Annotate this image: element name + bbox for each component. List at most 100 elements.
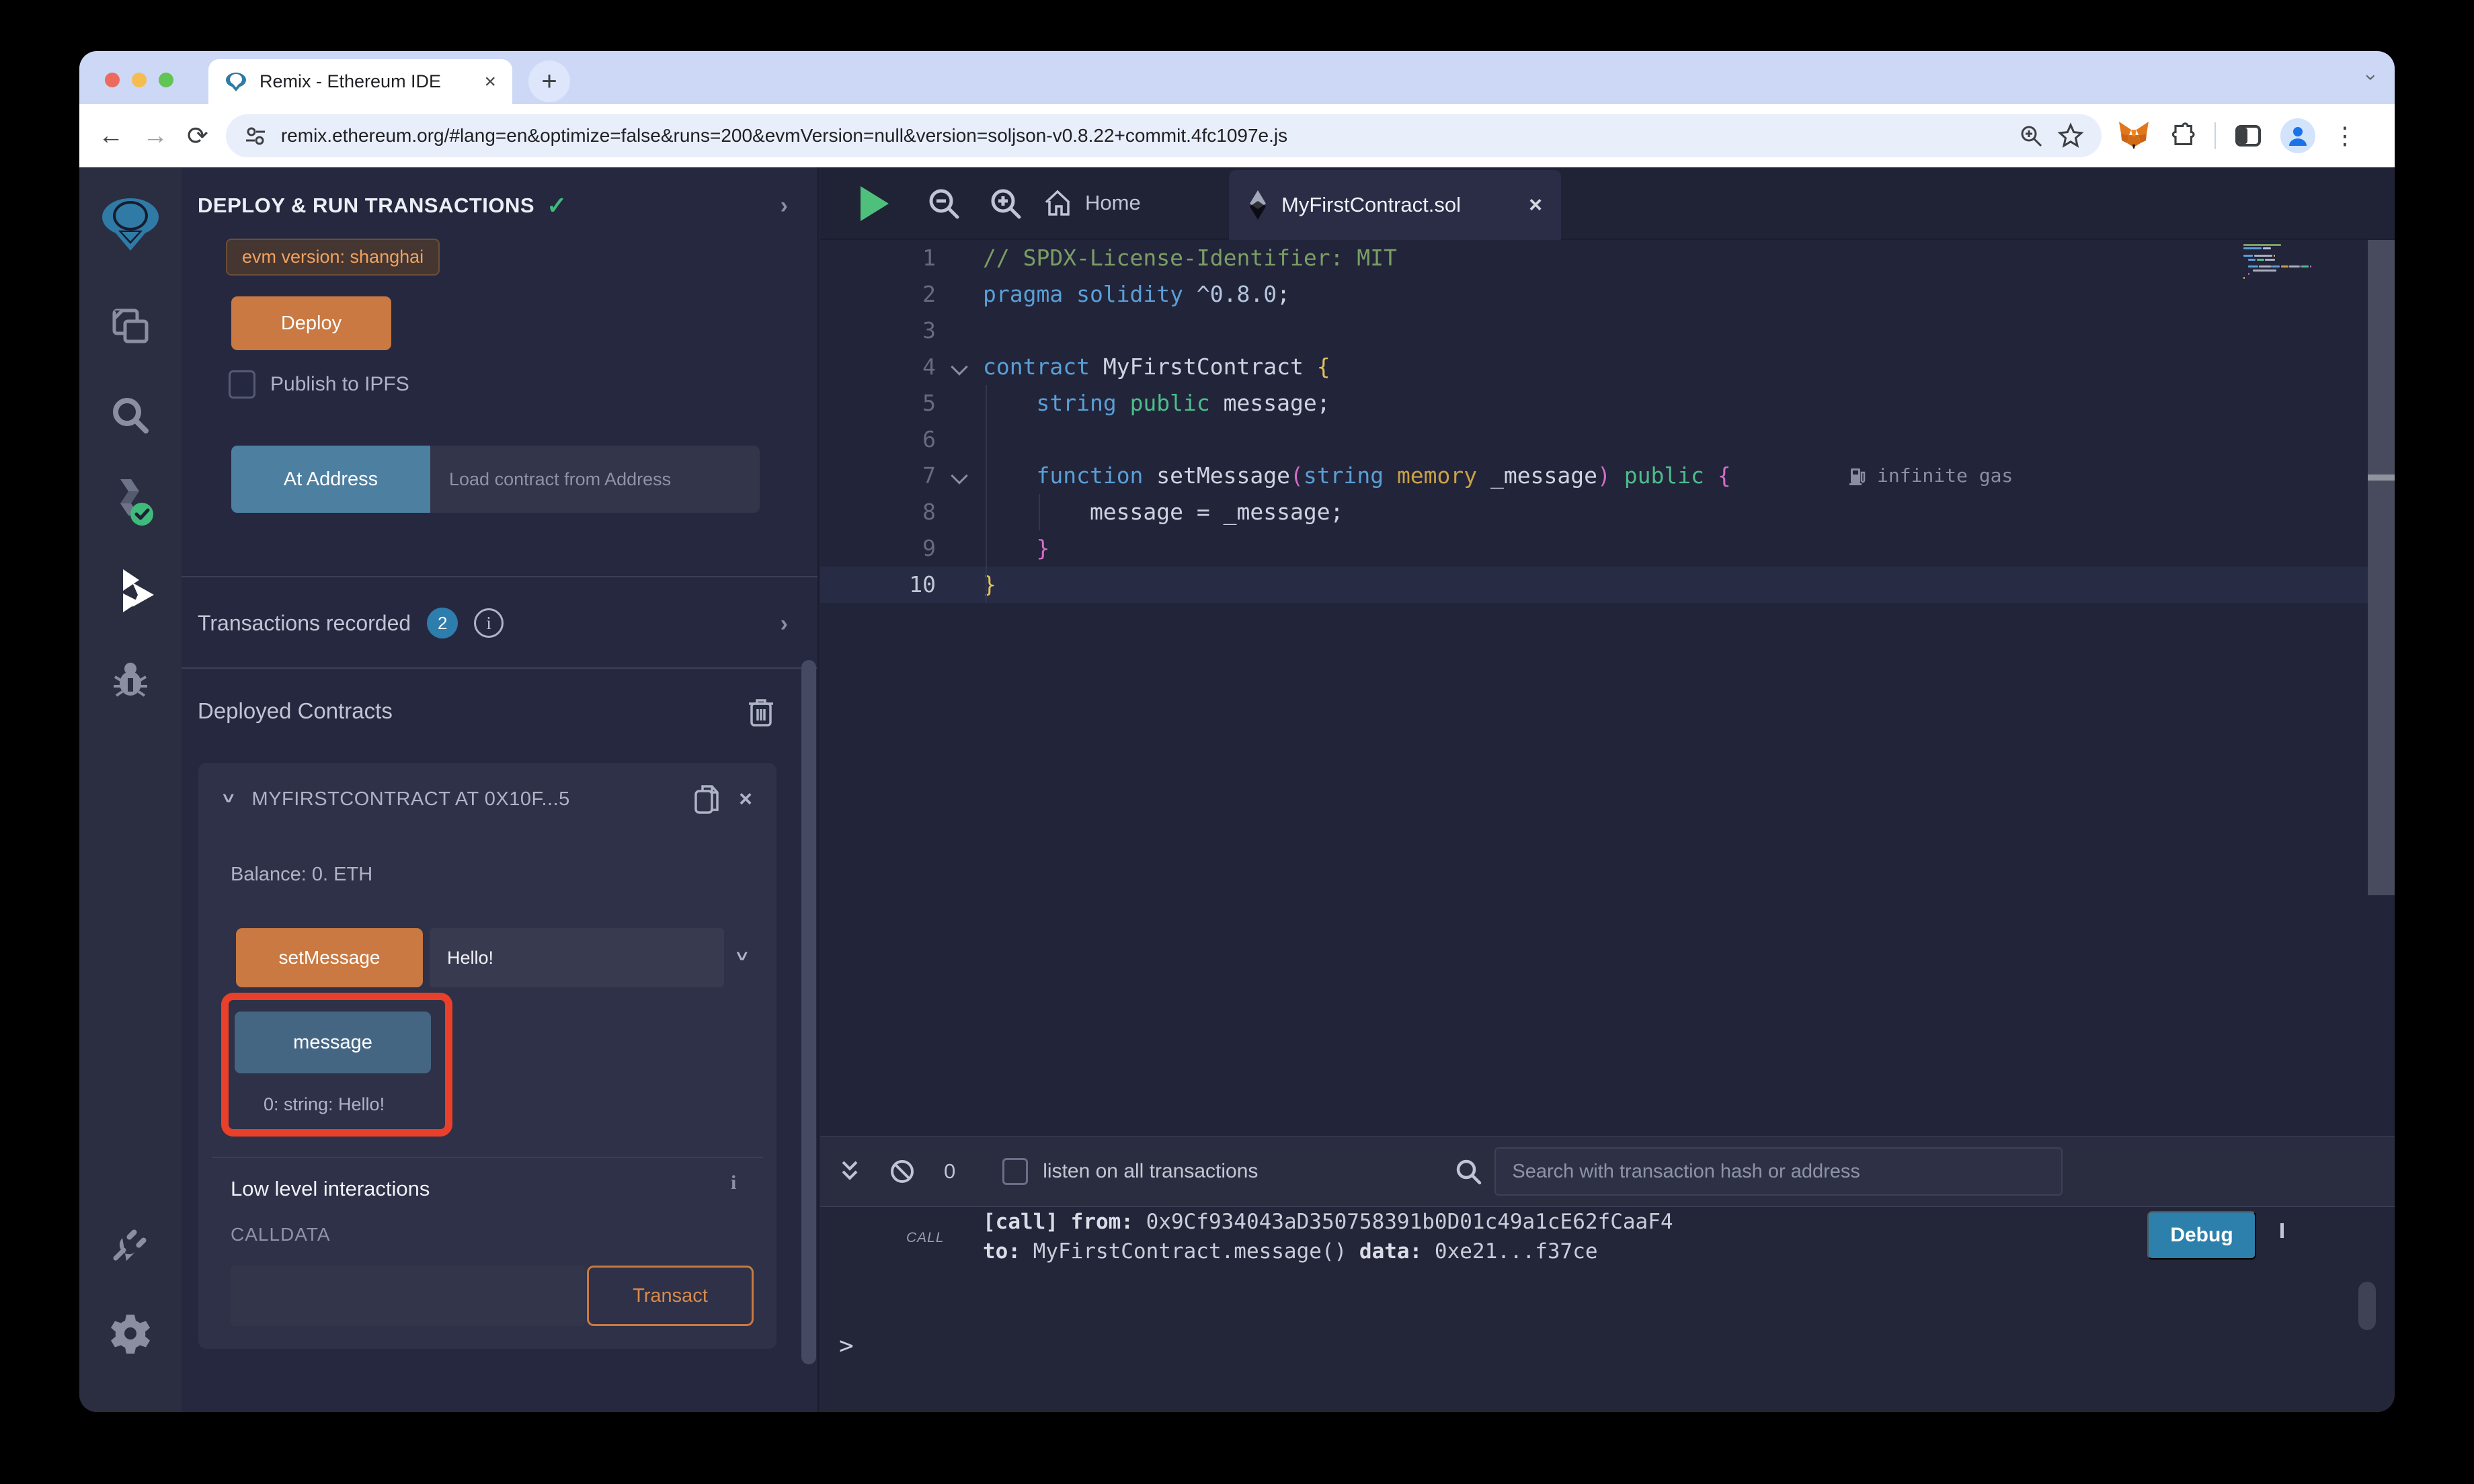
search-icon[interactable] bbox=[79, 378, 182, 452]
window-close-button[interactable] bbox=[105, 73, 120, 87]
collapse-terminal-icon[interactable] bbox=[836, 1157, 863, 1186]
tab-close-icon[interactable]: × bbox=[484, 71, 496, 93]
window-minimize-button[interactable] bbox=[132, 73, 147, 87]
deploy-run-icon[interactable] bbox=[79, 554, 182, 628]
log-call-tag: CALL bbox=[906, 1230, 945, 1246]
window-zoom-button[interactable] bbox=[159, 73, 173, 87]
at-address-group: At Address bbox=[231, 446, 760, 513]
indent-guide bbox=[986, 385, 987, 603]
remix-favicon bbox=[225, 71, 247, 93]
sidebar-toggle-icon[interactable] bbox=[2233, 121, 2263, 151]
remove-contract-icon[interactable]: × bbox=[739, 786, 752, 813]
panel-scrollbar[interactable] bbox=[801, 660, 816, 1364]
remix-logo-icon[interactable] bbox=[79, 186, 182, 260]
clear-contracts-trash-icon[interactable] bbox=[746, 696, 776, 728]
contract-balance: Balance: 0. ETH bbox=[231, 864, 372, 886]
listen-checkbox[interactable] bbox=[1002, 1158, 1028, 1185]
extensions-puzzle-icon[interactable] bbox=[2167, 121, 2197, 151]
line-number: 2 bbox=[820, 276, 936, 313]
line-number: 4 bbox=[820, 349, 936, 385]
tab-home-label: Home bbox=[1085, 191, 1141, 215]
code-text: pragma solidity ^0.8.0; bbox=[983, 276, 1290, 313]
tab-home[interactable]: Home bbox=[1042, 167, 1141, 239]
profile-avatar[interactable] bbox=[2280, 118, 2315, 153]
code-line: 6 bbox=[820, 421, 2395, 458]
editor-main: Home MyFirstContract.sol × 1// SPDX-Lice… bbox=[820, 167, 2395, 1412]
deploy-button[interactable]: Deploy bbox=[231, 296, 391, 350]
zoom-out-icon[interactable] bbox=[925, 185, 963, 222]
tab-close-icon[interactable]: × bbox=[1529, 192, 1542, 218]
terminal-scroll-handle[interactable] bbox=[2358, 1282, 2376, 1330]
log-expand-icon[interactable] bbox=[2280, 1223, 2284, 1235]
set-message-button[interactable]: setMessage bbox=[236, 928, 423, 987]
browser-tab[interactable]: Remix - Ethereum IDE × bbox=[208, 59, 512, 104]
fold-icon[interactable] bbox=[951, 358, 967, 375]
fold-icon[interactable] bbox=[951, 467, 967, 484]
set-message-input[interactable] bbox=[430, 928, 724, 987]
editor-scrollbar-thumb[interactable] bbox=[2368, 475, 2395, 481]
panel-divider bbox=[182, 576, 817, 577]
solidity-compiler-icon[interactable] bbox=[79, 464, 182, 538]
low-level-info-icon[interactable]: i bbox=[731, 1171, 736, 1194]
deploy-run-panel: DEPLOY & RUN TRANSACTIONS ✓ › evm versio… bbox=[182, 167, 819, 1412]
message-getter-button[interactable]: message bbox=[235, 1012, 431, 1073]
panel-expand-icon[interactable]: › bbox=[781, 193, 788, 219]
run-script-play-icon[interactable] bbox=[861, 186, 889, 221]
compiled-check-icon: ✓ bbox=[547, 192, 567, 220]
url-bar[interactable]: remix.ethereum.org/#lang=en&optimize=fal… bbox=[226, 114, 2102, 157]
calldata-row: Transact bbox=[231, 1266, 754, 1326]
debug-button[interactable]: Debug bbox=[2147, 1211, 2256, 1260]
tab-file[interactable]: MyFirstContract.sol × bbox=[1229, 170, 1561, 240]
code-editor[interactable]: 1// SPDX-License-Identifier: MIT2 pragma … bbox=[820, 240, 2395, 1136]
code-text: } bbox=[983, 567, 996, 603]
panel-header: DEPLOY & RUN TRANSACTIONS ✓ bbox=[198, 192, 567, 220]
minimap[interactable] bbox=[2243, 244, 2371, 280]
transactions-expand-icon[interactable]: › bbox=[781, 611, 788, 637]
terminal-search-input[interactable] bbox=[1494, 1147, 2063, 1196]
code-line: 3 bbox=[820, 313, 2395, 349]
line-number: 3 bbox=[820, 313, 936, 349]
file-explorer-icon[interactable] bbox=[79, 290, 182, 364]
plugin-manager-icon[interactable] bbox=[79, 1205, 182, 1279]
evm-version-badge: evm version: shanghai bbox=[226, 239, 440, 276]
expand-params-icon[interactable]: ˅ bbox=[736, 948, 748, 966]
transact-button[interactable]: Transact bbox=[587, 1266, 754, 1326]
bookmark-star-icon[interactable] bbox=[2057, 122, 2084, 149]
at-address-button[interactable]: At Address bbox=[231, 446, 430, 513]
browser-toolbar: ← → ⟳ remix.ethereum.org/#lang=en&optimi… bbox=[79, 104, 2395, 167]
copy-address-icon[interactable] bbox=[693, 783, 721, 815]
gas-pump-icon bbox=[1849, 466, 1868, 486]
terminal-search-icon bbox=[1453, 1156, 1484, 1187]
calldata-input[interactable] bbox=[231, 1266, 586, 1326]
terminal-prompt: > bbox=[839, 1332, 854, 1360]
forward-button[interactable]: → bbox=[143, 122, 168, 151]
contract-card-header[interactable]: ˅ MYFIRSTCONTRACT AT 0X10F...5 × bbox=[198, 778, 776, 821]
editor-scrollbar[interactable] bbox=[2368, 240, 2395, 895]
new-tab-button[interactable]: + bbox=[528, 60, 570, 102]
zoom-in-icon[interactable] bbox=[987, 185, 1025, 222]
browser-menu-icon[interactable]: ⋮ bbox=[2333, 122, 2357, 150]
metamask-icon[interactable] bbox=[2118, 120, 2150, 151]
log-line-1: [call] from: 0x9Cf934043aD350758391b0D01… bbox=[983, 1207, 1673, 1237]
back-button[interactable]: ← bbox=[98, 122, 124, 151]
url-text: remix.ethereum.org/#lang=en&optimize=fal… bbox=[281, 125, 2005, 147]
at-address-input[interactable] bbox=[430, 446, 760, 513]
code-line: 1// SPDX-License-Identifier: MIT bbox=[820, 240, 2395, 276]
remix-app: DEPLOY & RUN TRANSACTIONS ✓ › evm versio… bbox=[79, 167, 2395, 1412]
line-number: 6 bbox=[820, 421, 936, 458]
zoom-page-icon[interactable] bbox=[2018, 123, 2044, 149]
listen-label: listen on all transactions bbox=[1043, 1160, 1258, 1183]
contract-collapse-icon[interactable]: ˅ bbox=[223, 790, 235, 808]
transactions-info-icon[interactable]: i bbox=[474, 608, 504, 638]
tab-file-label: MyFirstContract.sol bbox=[1281, 193, 1515, 217]
terminal-log[interactable]: [call] from: 0x9Cf934043aD350758391b0D01… bbox=[983, 1207, 1673, 1266]
site-settings-icon[interactable] bbox=[243, 124, 268, 148]
reload-button[interactable]: ⟳ bbox=[187, 121, 208, 151]
transactions-recorded-label: Transactions recorded bbox=[198, 611, 411, 636]
line-number: 10 bbox=[820, 567, 936, 603]
clear-console-icon[interactable] bbox=[887, 1157, 917, 1186]
publish-ipfs-checkbox[interactable] bbox=[229, 370, 255, 399]
settings-gear-icon[interactable] bbox=[79, 1296, 182, 1370]
tab-search-icon[interactable]: › bbox=[2360, 74, 2383, 81]
debugger-bug-icon[interactable] bbox=[79, 643, 182, 717]
